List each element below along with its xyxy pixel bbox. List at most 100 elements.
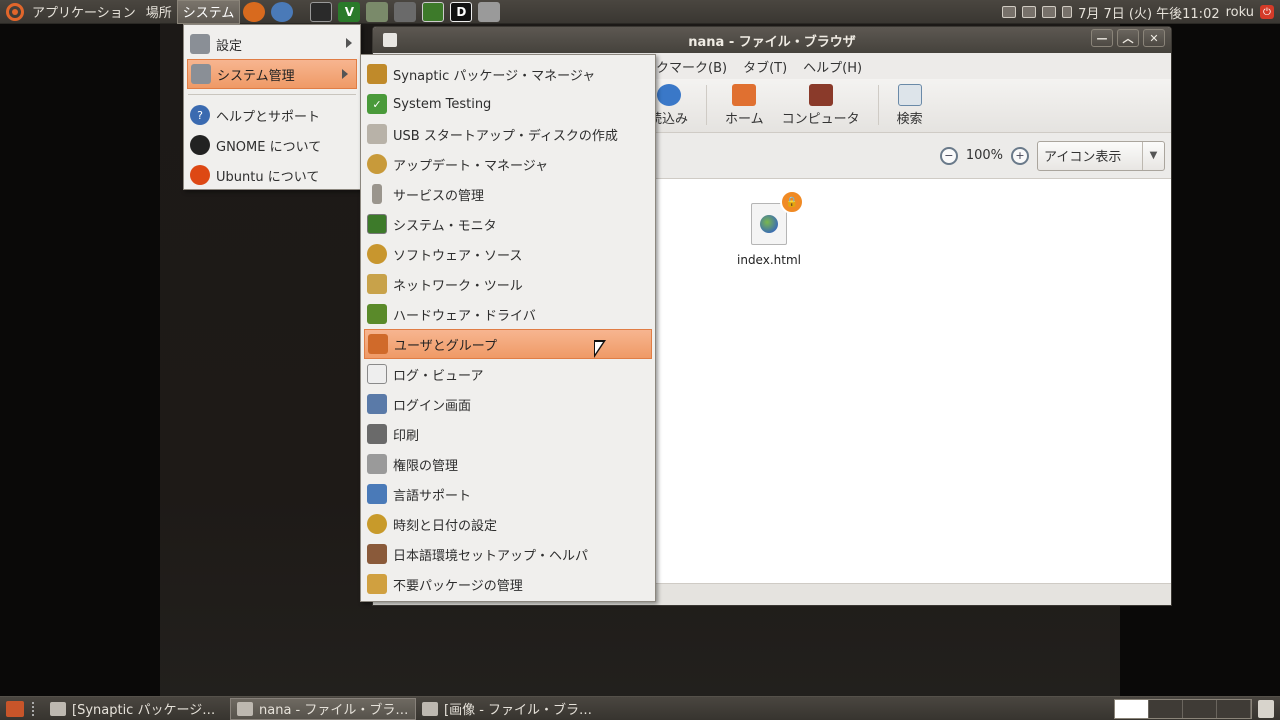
power-icon[interactable]: ⏻ xyxy=(1260,5,1274,19)
disk-icon[interactable] xyxy=(478,1,501,22)
user-name[interactable]: roku xyxy=(1226,5,1254,20)
computer-button[interactable]: コンピュータ xyxy=(782,84,860,127)
keys-icon xyxy=(367,454,387,474)
menu-item-users-and-groups[interactable]: ユーザとグループ xyxy=(364,329,652,359)
network-icon[interactable] xyxy=(1042,6,1057,18)
display-icon[interactable] xyxy=(1022,6,1037,18)
log-viewer-icon xyxy=(367,364,387,384)
reload-icon xyxy=(656,84,681,106)
places-menu[interactable]: 場所 xyxy=(141,0,177,24)
window-menu-icon[interactable] xyxy=(383,33,397,47)
view-mode-label: アイコン表示 xyxy=(1044,150,1122,165)
taskbar-item-images[interactable]: [画像 - ファイル・ブラ… xyxy=(416,698,602,720)
menu-item-printing[interactable]: 印刷 xyxy=(361,419,655,449)
workspace-3[interactable] xyxy=(1183,700,1217,718)
menu-item-about-ubuntu[interactable]: Ubuntu について xyxy=(184,160,360,190)
menu-item-label: Synaptic パッケージ・マネージャ xyxy=(393,68,596,84)
menu-item-software-sources[interactable]: ソフトウェア・ソース xyxy=(361,239,655,269)
menu-item-hardware-drivers[interactable]: ハードウェア・ドライバ xyxy=(361,299,655,329)
clock-icon xyxy=(367,514,387,534)
menu-item-japanese-setup-helper[interactable]: 日本語環境セットアップ・ヘルパ xyxy=(361,539,655,569)
toolbar-separator xyxy=(706,85,708,125)
thunderbird-icon[interactable] xyxy=(271,1,294,22)
menu-item-label: 設定 xyxy=(216,38,243,54)
menu-item-computer-janitor[interactable]: 不要パッケージの管理 xyxy=(361,569,655,599)
menu-item-login-screen[interactable]: ログイン画面 xyxy=(361,389,655,419)
clock[interactable]: 7月 7日 (火) 午後11:02 xyxy=(1078,3,1220,22)
lock-emblem-icon: 🔒 xyxy=(780,190,804,214)
maximize-icon[interactable]: ︿ xyxy=(1117,29,1139,47)
computer-label: コンピュータ xyxy=(781,112,860,127)
volume-icon[interactable] xyxy=(1062,6,1073,18)
ubuntu-icon xyxy=(190,165,210,185)
panel-tray: 7月 7日 (火) 午後11:02 roku ⏻ xyxy=(1002,0,1280,24)
menu-item-network-tools[interactable]: ネットワーク・ツール xyxy=(361,269,655,299)
menu-item-label: GNOME について xyxy=(216,139,322,155)
menu-item-label: サービスの管理 xyxy=(393,188,485,204)
system-monitor-icon xyxy=(367,214,387,234)
menu-item-label: ネットワーク・ツール xyxy=(393,278,523,294)
menu-item-time-and-date[interactable]: 時刻と日付の設定 xyxy=(361,509,655,539)
close-icon[interactable]: ✕ xyxy=(1143,29,1165,47)
workspace-4[interactable] xyxy=(1217,700,1251,718)
applications-menu[interactable]: アプリケーション xyxy=(27,0,141,24)
menu-item-label: 言語サポート xyxy=(393,488,472,504)
menu-item-preferences[interactable]: 設定 xyxy=(184,29,360,59)
workspace-2[interactable] xyxy=(1149,700,1183,718)
minimize-icon[interactable]: — xyxy=(1091,29,1113,47)
workspace-1[interactable] xyxy=(1115,700,1149,718)
menu-item-update-manager[interactable]: アップデート・マネージャ xyxy=(361,149,655,179)
menu-item-authorizations[interactable]: 権限の管理 xyxy=(361,449,655,479)
submenu-arrow-icon xyxy=(342,69,348,79)
menu-item-label: アップデート・マネージャ xyxy=(393,158,549,174)
menu-item-about-gnome[interactable]: GNOME について xyxy=(184,130,360,160)
services-icon xyxy=(372,184,382,204)
view-mode-select[interactable]: アイコン表示 ▼ xyxy=(1037,140,1165,171)
home-button[interactable]: ホーム xyxy=(725,84,764,127)
computer-icon xyxy=(808,84,833,106)
menu-item-system-testing[interactable]: ✓ System Testing xyxy=(361,89,655,119)
language-flag-icon xyxy=(367,484,387,504)
menu-item-synaptic[interactable]: Synaptic パッケージ・マネージャ xyxy=(361,59,655,89)
firefox-icon[interactable] xyxy=(243,1,266,22)
globe-icon xyxy=(760,215,778,233)
file-browser-task-icon xyxy=(422,701,438,716)
zoom-out-icon[interactable]: − xyxy=(939,146,958,165)
broom-icon xyxy=(367,574,387,594)
menu-item-help[interactable]: ? ヘルプとサポート xyxy=(184,100,360,130)
terminal-icon[interactable] xyxy=(310,1,333,22)
vim-icon[interactable]: V xyxy=(338,1,361,22)
menu-item-label: ハードウェア・ドライバ xyxy=(393,308,536,324)
menu-item-language-support[interactable]: 言語サポート xyxy=(361,479,655,509)
menu-help[interactable]: ヘルプ(H) xyxy=(803,57,862,76)
printer-icon xyxy=(367,424,387,444)
taskbar-item-synaptic[interactable]: [Synaptic パッケージ… xyxy=(44,698,230,720)
menu-item-label: 印刷 xyxy=(393,428,420,444)
menu-tabs[interactable]: タブ(T) xyxy=(743,57,787,76)
window-titlebar[interactable]: nana - ファイル・ブラウザ — ︿ ✕ xyxy=(373,27,1171,53)
menu-item-system-monitor[interactable]: システム・モニタ xyxy=(361,209,655,239)
dictionary-icon[interactable]: D xyxy=(450,1,473,22)
synaptic-task-icon xyxy=(50,701,66,716)
menu-item-usb-startup-disk[interactable]: USB スタートアップ・ディスクの作成 xyxy=(361,119,655,149)
file-item[interactable]: 🔒 index.html xyxy=(729,190,809,267)
ubuntu-menu-icon[interactable] xyxy=(6,2,24,21)
menu-item-administration[interactable]: システム管理 xyxy=(187,59,357,89)
window-controls: — ︿ ✕ xyxy=(1091,29,1165,47)
keyboard-icon[interactable] xyxy=(1002,6,1017,18)
users-groups-icon xyxy=(368,334,388,354)
calculator-icon[interactable] xyxy=(366,1,389,22)
menu-item-services[interactable]: サービスの管理 xyxy=(361,179,655,209)
trash-icon[interactable] xyxy=(1258,700,1274,718)
menu-item-log-viewer[interactable]: ログ・ビューア xyxy=(361,359,655,389)
show-desktop-icon[interactable] xyxy=(6,700,24,717)
search-button[interactable]: 検索 xyxy=(897,84,923,127)
panel-handle[interactable] xyxy=(32,701,36,716)
system-monitor-icon[interactable] xyxy=(422,1,445,22)
screenshot-icon[interactable] xyxy=(394,1,417,22)
taskbar-item-file-browser[interactable]: nana - ファイル・ブラ… xyxy=(230,697,416,720)
zoom-in-icon[interactable]: + xyxy=(1011,146,1029,165)
system-menu[interactable]: システム xyxy=(176,0,241,24)
system-dropdown-menu: 設定 システム管理 ? ヘルプとサポート GNOME について Ubuntu に… xyxy=(183,24,361,190)
html-file-icon: 🔒 xyxy=(751,190,804,245)
